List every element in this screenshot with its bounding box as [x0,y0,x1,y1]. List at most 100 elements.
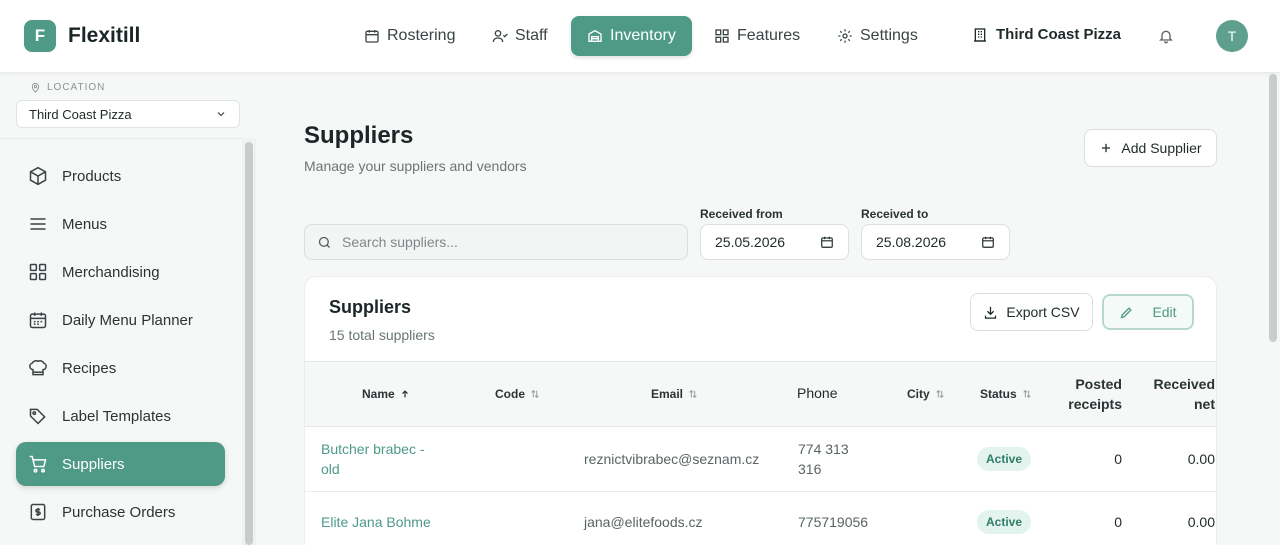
supplier-name-link[interactable]: Elite Jana Bohme [321,512,501,532]
sidebar-item-label: Menus [62,215,108,233]
sidebar: LOCATION Third Coast Pizza Products Menu… [0,72,256,545]
received-net-value: 0.00 [1187,514,1215,530]
supplier-phone: 774 313 316 [798,439,849,479]
main-scrollbar[interactable] [1266,72,1280,545]
suppliers-card: Suppliers 15 total suppliers Export CSV … [304,276,1217,545]
sidebar-item-label: Label Templates [62,407,171,425]
edit-button[interactable]: Edit [1102,294,1194,330]
add-supplier-label: Add Supplier [1121,140,1202,156]
column-header-name[interactable]: Name [362,387,410,401]
export-csv-button[interactable]: Export CSV [970,293,1093,331]
store-selector[interactable]: Third Coast Pizza [972,26,1121,43]
menu-lines-icon [28,214,48,234]
posted-receipts-value: 0 [1114,514,1122,530]
chevron-down-icon [215,108,227,120]
column-header-email[interactable]: Email [651,387,698,401]
supplier-name-link[interactable]: Butcher brabec - old [321,439,451,479]
column-header-received-net[interactable]: Received net [1145,374,1215,414]
sort-icon [935,389,945,399]
location-value: Third Coast Pizza [29,106,132,122]
sidebar-item-recipes[interactable]: Recipes [16,346,225,390]
sidebar-item-products[interactable]: Products [16,154,225,198]
column-label: Name [362,387,395,401]
nav-label: Rostering [387,27,456,44]
supplier-email: jana@elitefoods.cz [584,514,703,530]
nav-inventory[interactable]: Inventory [571,16,692,56]
nav-label: Features [737,27,801,44]
building-icon [972,27,988,43]
sidebar-item-label: Merchandising [62,263,160,281]
column-label-line: receipts [1068,396,1122,412]
calendar-icon[interactable] [981,235,995,249]
calendar-icon [28,310,48,330]
store-name: Third Coast Pizza [996,26,1122,43]
arrow-up-icon [400,389,410,399]
edit-label: Edit [1152,304,1177,320]
column-header-posted-receipts[interactable]: Posted receipts [1062,374,1122,414]
map-pin-icon [30,82,41,93]
users-icon [492,28,508,44]
location-label-text: LOCATION [47,82,106,93]
plus-icon [1099,141,1113,155]
tags-icon [28,406,48,426]
sidebar-item-purchase-orders[interactable]: Purchase Orders [16,490,225,534]
sidebar-item-label: Products [62,167,122,185]
sidebar-item-label-templates[interactable]: Label Templates [16,394,225,438]
supplier-phone: 775719056 [798,514,869,530]
column-header-city[interactable]: City [907,387,945,401]
column-header-code[interactable]: Code [495,387,540,401]
page-title: Suppliers [304,122,414,149]
table-row[interactable]: Butcher brabec - old reznictvibrabec@sez… [305,427,1216,492]
location-select[interactable]: Third Coast Pizza [16,100,240,128]
search-field[interactable] [304,224,688,260]
sort-icon [530,389,540,399]
nav-label: Staff [515,27,548,44]
nav-settings[interactable]: Settings [821,16,934,56]
phone-line: 774 313 [798,441,849,457]
column-label-line: Received [1153,376,1215,392]
search-input[interactable] [342,234,662,250]
avatar[interactable]: T [1216,20,1248,52]
column-label-line: net [1194,396,1215,412]
bell-icon[interactable] [1158,28,1174,44]
app-logo[interactable]: F [24,20,56,52]
table-header: Name Code Email Phone City Status Posted… [305,361,1216,427]
column-label: Code [495,387,525,401]
received-to-input[interactable]: 25.08.2026 [861,224,1010,260]
column-header-status[interactable]: Status [980,387,1032,401]
sidebar-item-merchandising[interactable]: Merchandising [16,250,225,294]
phone-line: 316 [798,461,822,477]
grid-icon [714,28,730,44]
column-label: Email [651,387,684,401]
main-scrollbar-thumb[interactable] [1269,74,1277,342]
nav-features[interactable]: Features [698,16,816,56]
sidebar-scrollbar-thumb[interactable] [245,142,253,545]
sidebar-item-label: Daily Menu Planner [62,311,193,329]
name-line: old [321,461,340,477]
sidebar-scrollbar[interactable] [242,138,256,545]
received-from-value: 25.05.2026 [715,234,786,250]
column-label: City [907,387,930,401]
table-row[interactable]: Elite Jana Bohme jana@elitefoods.cz 7757… [305,492,1216,545]
sidebar-divider [0,138,256,139]
sidebar-item-menus[interactable]: Menus [16,202,225,246]
received-from-input[interactable]: 25.05.2026 [700,224,849,260]
card-title: Suppliers [329,297,412,317]
sidebar-item-suppliers[interactable]: Suppliers [16,442,225,486]
nav-label: Inventory [610,27,676,44]
nav-staff[interactable]: Staff [476,16,564,56]
status-badge: Active [977,510,1032,534]
nav-rostering[interactable]: Rostering [348,16,471,56]
top-bar: F Flexitill Rostering Staff Inventory Fe… [0,0,1280,72]
app-name: Flexitill [68,24,141,47]
add-supplier-button[interactable]: Add Supplier [1084,129,1217,167]
receipt-icon [28,502,48,522]
calendar-icon[interactable] [820,235,834,249]
column-header-phone: Phone [797,385,837,401]
download-icon [983,305,998,320]
sort-icon [688,389,698,399]
received-from-label: Received from [700,207,783,221]
sidebar-item-daily-menu-planner[interactable]: Daily Menu Planner [16,298,225,342]
pencil-icon [1119,305,1134,320]
calendar-icon [364,28,380,44]
